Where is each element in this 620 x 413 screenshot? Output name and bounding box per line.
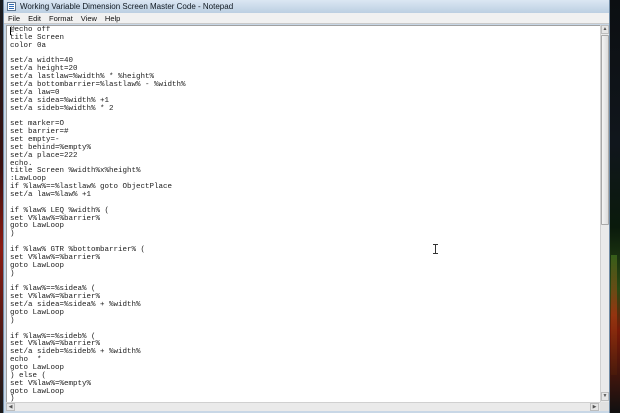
menu-bar: File Edit Format View Help [4,13,609,24]
scroll-right-arrow-icon[interactable]: ▶ [590,403,599,411]
menu-view[interactable]: View [81,14,97,23]
code-line[interactable]: color 0a [10,42,186,51]
code-line[interactable]: goto LawLoop [10,223,186,231]
title-bar[interactable]: Working Variable Dimension Screen Master… [4,0,609,13]
code-line[interactable]: ) [10,230,186,239]
code-line[interactable]: ) [10,317,186,326]
menu-help[interactable]: Help [105,14,120,23]
scroll-down-arrow-icon[interactable]: ▼ [601,392,609,401]
notepad-icon[interactable] [7,2,16,11]
window-title: Working Variable Dimension Screen Master… [20,2,234,11]
code-line[interactable]: goto LawLoop [10,262,186,271]
code-line[interactable]: set/a sideb=%width% * 2 [10,105,186,114]
menu-file[interactable]: File [8,14,20,23]
horizontal-scrollbar[interactable]: ◀ ▶ [6,402,600,411]
code-text[interactable]: @echo off title Screen color 0a set/a width… [10,26,186,402]
desktop-wallpaper-glow [611,255,617,375]
menu-format[interactable]: Format [49,14,73,23]
desktop-background-right [609,0,620,413]
text-caret [10,27,11,35]
vertical-scrollbar[interactable]: ▲ ▼ [600,25,609,402]
scroll-left-arrow-icon[interactable]: ◀ [6,403,15,411]
notepad-window: Working Variable Dimension Screen Master… [3,0,610,413]
code-line[interactable]: goto LawLoop [10,388,186,397]
code-line[interactable]: set/a place=222 [10,152,186,161]
code-line[interactable]: goto LawLoop [10,309,186,318]
text-editor-area[interactable]: @echo off title Screen color 0a set/a width… [6,25,600,402]
scrollbar-corner [600,402,609,411]
scroll-up-arrow-icon[interactable]: ▲ [601,25,609,34]
ibeam-cursor-icon [433,244,438,254]
code-line[interactable]: ) [10,270,186,279]
menu-edit[interactable]: Edit [28,14,41,23]
vertical-scroll-thumb[interactable] [601,35,609,225]
code-line[interactable]: set/a law=%law% +1 [10,191,186,200]
